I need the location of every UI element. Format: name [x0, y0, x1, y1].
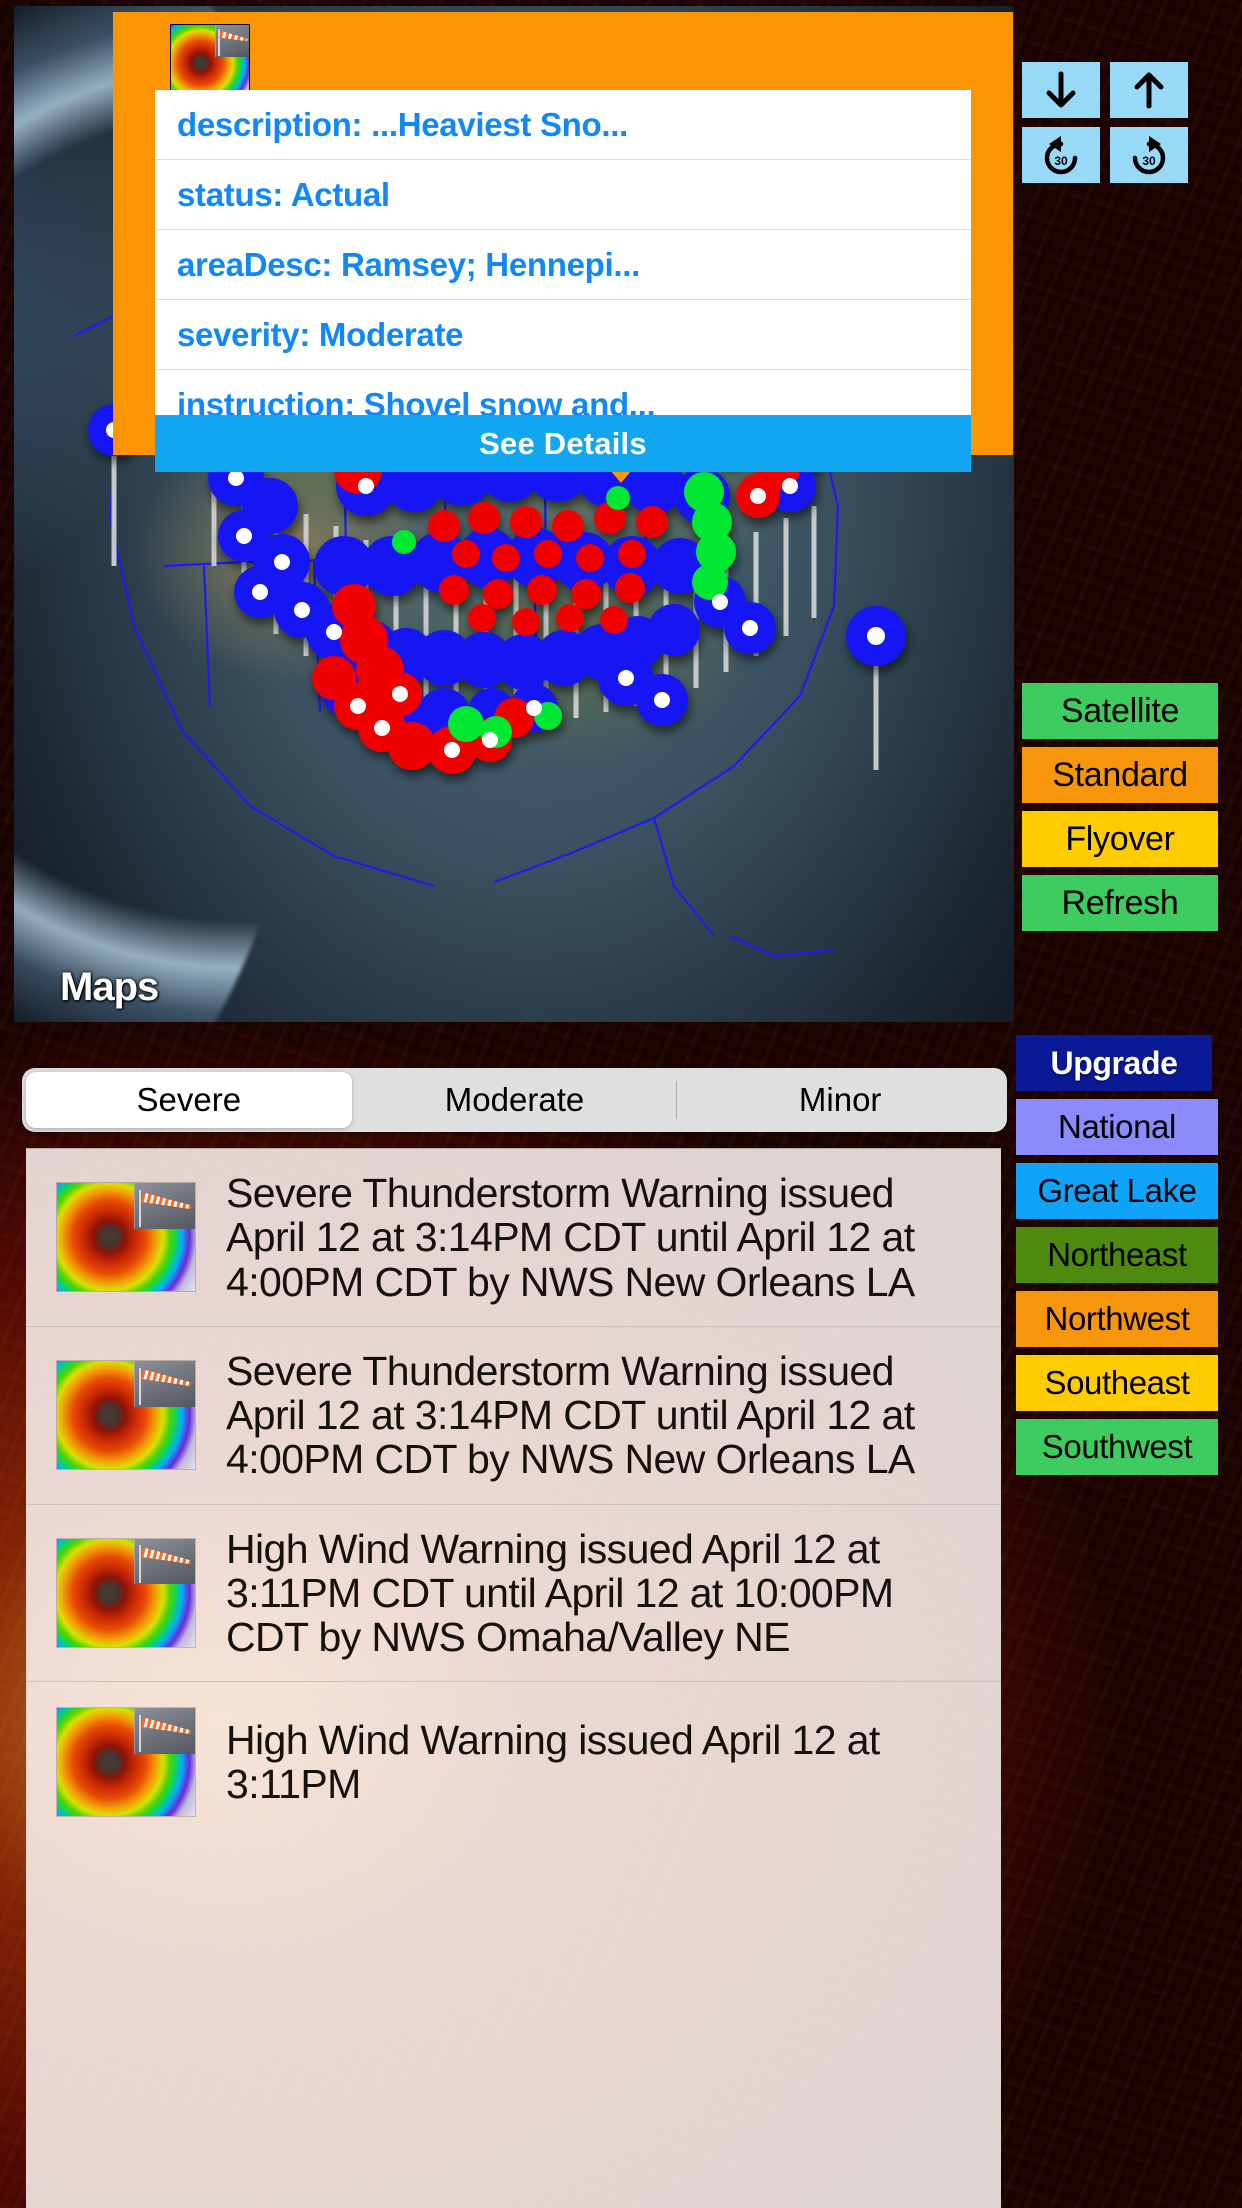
- callout-row-label: severity: Moderate: [177, 315, 464, 353]
- alert-text: Severe Thunderstorm Warning issued April…: [226, 1347, 915, 1483]
- alert-text: High Wind Warning issued April 12 at 3:1…: [226, 1525, 894, 1661]
- radar-hurricane-thumbnail-icon: [56, 1360, 196, 1471]
- map-style-standard-button[interactable]: Standard: [1022, 747, 1218, 803]
- radar-hurricane-thumbnail-icon: [56, 1707, 196, 1818]
- map-nav-controls: 30 30: [1022, 62, 1188, 192]
- callout-detail-list[interactable]: description: ...Heaviest Sno... status: …: [155, 90, 971, 415]
- svg-text:30: 30: [1054, 154, 1068, 168]
- scroll-up-button[interactable]: [1110, 62, 1188, 118]
- map-refresh-button[interactable]: Refresh: [1022, 875, 1218, 931]
- map-style-satellite-button[interactable]: Satellite: [1022, 683, 1218, 739]
- tab-minor[interactable]: Minor: [677, 1072, 1003, 1128]
- see-details-button[interactable]: See Details: [155, 415, 971, 472]
- list-item[interactable]: High Wind Warning issued April 12 at 3:1…: [26, 1682, 1001, 1842]
- alert-list[interactable]: Severe Thunderstorm Warning issued April…: [26, 1148, 1001, 2208]
- region-great-lake-button[interactable]: Great Lake: [1016, 1163, 1218, 1219]
- scroll-down-button[interactable]: [1022, 62, 1100, 118]
- callout-row[interactable]: status: Actual: [155, 160, 971, 230]
- radar-hurricane-thumbnail-icon: [56, 1182, 196, 1293]
- callout-row-label: status: Actual: [177, 175, 390, 213]
- severity-filter-segmented-control: Severe Moderate Minor: [22, 1068, 1007, 1132]
- maps-label: Maps: [60, 965, 159, 1009]
- radar-hurricane-thumbnail-icon: [56, 1537, 196, 1648]
- region-southeast-button[interactable]: Southeast: [1016, 1355, 1218, 1411]
- callout-row[interactable]: severity: Moderate: [155, 300, 971, 370]
- alert-thumbnail-wrap: [26, 1182, 226, 1293]
- list-item[interactable]: Severe Thunderstorm Warning issued April…: [26, 1149, 1001, 1327]
- rewind-30-icon: 30: [1039, 134, 1083, 176]
- region-northeast-button[interactable]: Northeast: [1016, 1227, 1218, 1283]
- callout-row[interactable]: description: ...Heaviest Sno...: [155, 90, 971, 160]
- arrow-down-icon: [1042, 70, 1080, 110]
- alert-thumbnail-wrap: [26, 1360, 226, 1471]
- alert-text: High Wind Warning issued April 12 at 3:1…: [226, 1717, 880, 1808]
- forward-30-icon: 30: [1127, 134, 1171, 176]
- map-style-flyover-button[interactable]: Flyover: [1022, 811, 1218, 867]
- callout-row-label: areaDesc: Ramsey; Hennepi...: [177, 245, 640, 283]
- region-southwest-button[interactable]: Southwest: [1016, 1419, 1218, 1475]
- svg-text:30: 30: [1142, 154, 1156, 168]
- alert-detail-callout: description: ...Heaviest Sno... status: …: [113, 12, 1013, 472]
- callout-row[interactable]: instruction: Shovel snow and...: [155, 370, 971, 415]
- alert-thumbnail-wrap: [26, 1707, 226, 1818]
- tab-moderate[interactable]: Moderate: [352, 1072, 678, 1128]
- tab-severe[interactable]: Severe: [26, 1072, 352, 1128]
- tab-moderate-label: Moderate: [444, 1081, 585, 1118]
- callout-row[interactable]: areaDesc: Ramsey; Hennepi...: [155, 230, 971, 300]
- region-buttons: Upgrade National Great Lake Northeast No…: [1016, 1035, 1218, 1483]
- alert-thumbnail-wrap: [26, 1537, 226, 1648]
- apple-maps-watermark: Maps: [56, 965, 159, 1010]
- region-national-button[interactable]: National: [1016, 1099, 1218, 1155]
- list-item[interactable]: High Wind Warning issued April 12 at 3:1…: [26, 1505, 1001, 1683]
- callout-row-label: instruction: Shovel snow and...: [177, 386, 656, 415]
- rewind-30-button[interactable]: 30: [1022, 127, 1100, 183]
- alert-text: Severe Thunderstorm Warning issued April…: [226, 1170, 915, 1305]
- arrow-up-icon: [1130, 70, 1168, 110]
- map-style-buttons: Satellite Standard Flyover Refresh: [1022, 683, 1218, 939]
- callout-row-label: description: ...Heaviest Sno...: [177, 105, 628, 143]
- list-item[interactable]: Severe Thunderstorm Warning issued April…: [26, 1327, 1001, 1505]
- region-northwest-button[interactable]: Northwest: [1016, 1291, 1218, 1347]
- weather-alerts-app: Maps description: ...Heaviest Sno... sta…: [0, 0, 1242, 2208]
- forward-30-button[interactable]: 30: [1110, 127, 1188, 183]
- upgrade-button[interactable]: Upgrade: [1016, 1035, 1212, 1091]
